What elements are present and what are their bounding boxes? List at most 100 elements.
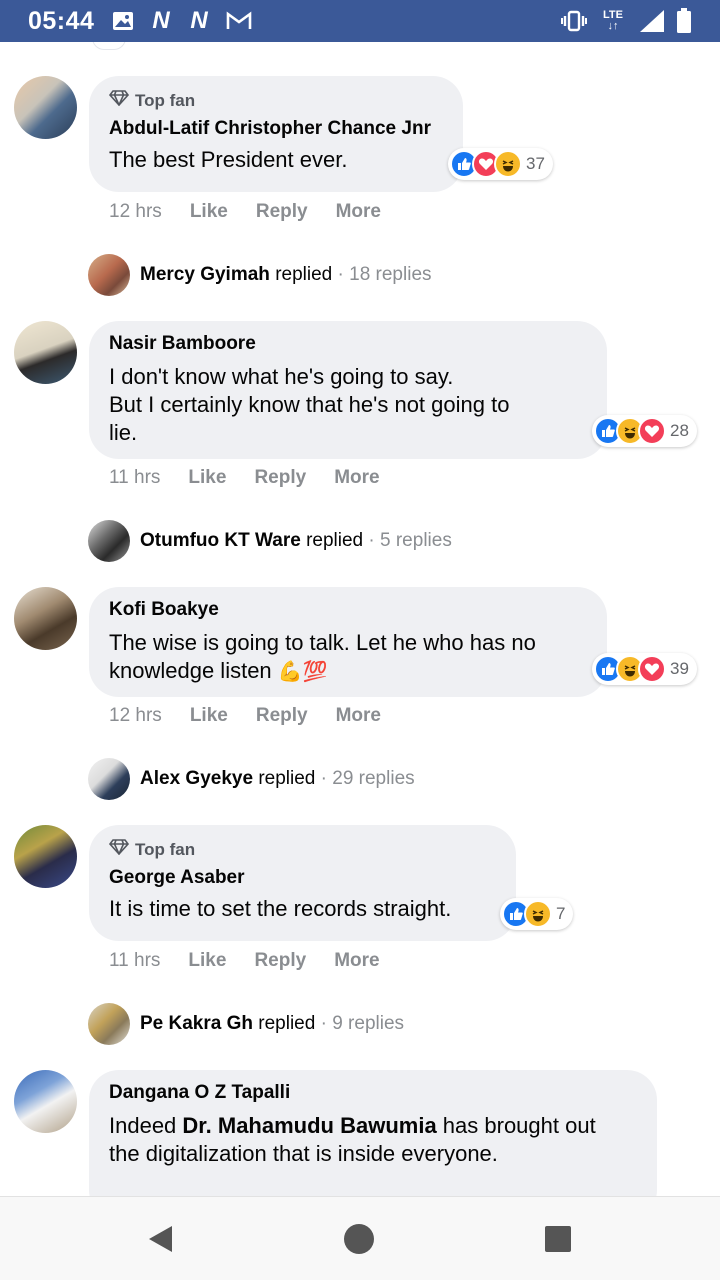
comment-author[interactable]: Nasir Bamboore (109, 333, 587, 355)
comment-text-line: I don't know what he's going to say. (109, 364, 454, 389)
more-button[interactable]: More (334, 467, 379, 489)
comment-actions: 12 hrs Like Reply More (109, 705, 381, 727)
status-bar: 05:44 N N LTE ↓↑ (0, 0, 720, 42)
reaction-count: 7 (556, 904, 566, 923)
system-nav-bar (0, 1196, 720, 1280)
comment-text-line: lie. (109, 420, 138, 445)
previous-avatar-edge (92, 42, 126, 50)
view-replies-link[interactable]: Pe Kakra Gh replied · 9 replies (88, 1003, 404, 1045)
like-button[interactable]: Like (188, 950, 226, 972)
comment-text-line2: knowledge listen (109, 658, 272, 683)
avatar[interactable] (14, 321, 77, 384)
comment-bubble[interactable]: Top fan Abdul-Latif Christopher Chance J… (89, 76, 463, 192)
avatar[interactable] (14, 587, 77, 650)
comment-time: 12 hrs (109, 705, 162, 726)
n-app-icon: N (152, 7, 170, 34)
emoji-muscle-hundred: 💪💯 (277, 661, 328, 683)
reaction-count: 37 (526, 154, 545, 173)
comment-text-line: But I certainly know that he's not going… (109, 392, 510, 417)
more-button[interactable]: More (334, 950, 379, 972)
comment-text: It is time to set the records straight. (109, 896, 452, 921)
comment-text: The best President ever. (109, 147, 348, 172)
comment-time: 11 hrs (109, 950, 161, 971)
text-prefix: Indeed (109, 1113, 183, 1138)
reaction-summary[interactable]: 28 (592, 415, 697, 447)
n-app-icon: N (190, 7, 208, 34)
reply-verb: replied (306, 530, 364, 551)
reply-count: · 5 replies (368, 530, 452, 551)
love-reaction-icon (638, 417, 666, 445)
comment-text-line: knowledge listen 💪💯 (109, 657, 587, 686)
like-button[interactable]: Like (188, 467, 226, 489)
reply-author: Pe Kakra Gh (140, 1013, 253, 1034)
reply-button[interactable]: Reply (256, 705, 308, 727)
top-fan-label: Top fan (135, 839, 196, 859)
reply-verb: replied (258, 1013, 316, 1034)
love-reaction-icon (638, 655, 666, 683)
comment-bubble[interactable]: Nasir Bamboore I don't know what he's go… (89, 321, 607, 459)
reaction-summary[interactable]: 39 (592, 653, 697, 685)
reply-verb: replied (258, 768, 316, 789)
diamond-icon (108, 839, 130, 860)
comment-time: 12 hrs (109, 201, 162, 222)
reply-count: · 29 replies (320, 768, 415, 789)
more-button[interactable]: More (336, 705, 381, 727)
gmail-icon (226, 9, 252, 33)
comment-actions: 11 hrs Like Reply More (109, 467, 380, 489)
view-replies-link[interactable]: Otumfuo KT Ware replied · 5 replies (88, 520, 452, 562)
top-fan-badge: Top fan (108, 90, 443, 111)
reply-author: Otumfuo KT Ware (140, 530, 301, 551)
reply-author: Alex Gyekye (140, 768, 254, 789)
haha-reaction-icon (494, 150, 522, 178)
back-button[interactable] (142, 1221, 178, 1257)
avatar[interactable] (14, 1070, 77, 1133)
reply-avatar (88, 1003, 130, 1045)
view-replies-link[interactable]: Mercy Gyimah replied · 18 replies (88, 254, 432, 296)
back-triangle-icon (149, 1226, 172, 1252)
reaction-summary[interactable]: 7 (500, 898, 574, 930)
data-arrows-icon: ↓↑ (607, 20, 619, 32)
mention-link[interactable]: Dr. Mahamudu Bawumia (182, 1113, 436, 1138)
reply-count: · 18 replies (337, 264, 432, 285)
reply-verb: replied (275, 264, 333, 285)
comment-author[interactable]: Abdul-Latif Christopher Chance Jnr (109, 118, 443, 140)
like-button[interactable]: Like (190, 201, 228, 223)
comment-bubble[interactable]: Dangana O Z Tapalli Indeed Dr. Mahamudu … (89, 1070, 657, 1196)
home-button[interactable] (341, 1221, 377, 1257)
reply-button[interactable]: Reply (254, 467, 306, 489)
comment-text-line: The wise is going to talk. Let he who ha… (109, 630, 536, 655)
reply-button[interactable]: Reply (256, 201, 308, 223)
recents-button[interactable] (540, 1221, 576, 1257)
comment-text-line: the digitalization that is inside everyo… (109, 1141, 498, 1166)
home-circle-icon (344, 1224, 374, 1254)
haha-reaction-icon (524, 900, 552, 928)
comment-author[interactable]: Dangana O Z Tapalli (109, 1082, 637, 1104)
avatar[interactable] (14, 76, 77, 139)
image-icon (112, 9, 134, 33)
status-time: 05:44 (28, 7, 95, 35)
battery-icon (676, 8, 692, 33)
comment-bubble[interactable]: Kofi Boakye The wise is going to talk. L… (89, 587, 607, 697)
lte-icon: LTE ↓↑ (600, 9, 626, 33)
reply-author: Mercy Gyimah (140, 264, 270, 285)
recents-square-icon (545, 1226, 571, 1252)
reply-button[interactable]: Reply (254, 950, 306, 972)
reaction-count: 28 (670, 421, 689, 440)
reaction-count: 39 (670, 659, 689, 678)
avatar[interactable] (14, 825, 77, 888)
reaction-summary[interactable]: 37 (448, 148, 553, 180)
comments-feed[interactable]: Top fan Abdul-Latif Christopher Chance J… (0, 42, 720, 1196)
like-button[interactable]: Like (190, 705, 228, 727)
vibrate-icon (561, 9, 587, 33)
comment-author[interactable]: George Asaber (109, 867, 496, 889)
reply-count: · 9 replies (320, 1013, 405, 1034)
view-replies-link[interactable]: Alex Gyekye replied · 29 replies (88, 758, 415, 800)
comment-author[interactable]: Kofi Boakye (109, 599, 587, 621)
diamond-icon (108, 90, 130, 111)
text-suffix: has brought out (436, 1113, 596, 1138)
reply-avatar (88, 758, 130, 800)
comment-bubble[interactable]: Top fan George Asaber It is time to set … (89, 825, 516, 941)
comment-actions: 11 hrs Like Reply More (109, 950, 380, 972)
more-button[interactable]: More (336, 201, 381, 223)
top-fan-badge: Top fan (108, 839, 496, 860)
